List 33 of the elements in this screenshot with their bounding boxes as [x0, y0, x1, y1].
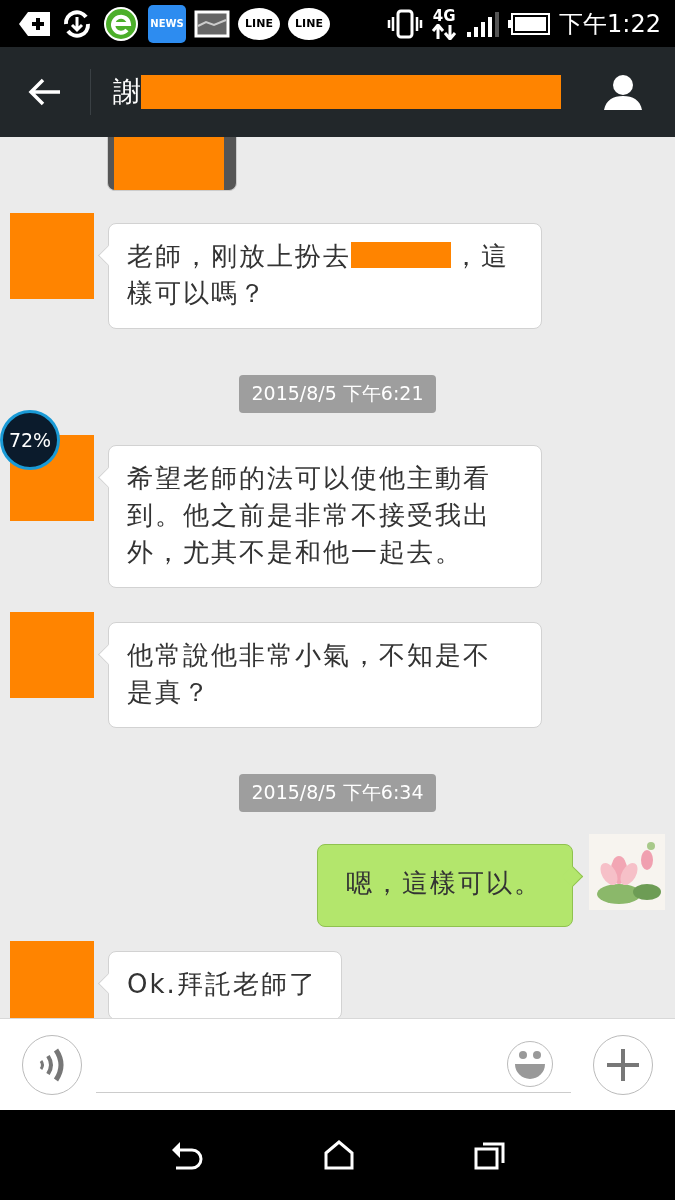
status-time: 下午1:22: [559, 8, 661, 40]
recent-apps-button[interactable]: [473, 1140, 506, 1170]
recent-apps-icon: [473, 1140, 506, 1170]
message-text: ，這: [453, 241, 509, 271]
message-text: 樣可以嗎？: [127, 278, 267, 308]
battery-icon: [507, 11, 552, 36]
person-icon: [603, 73, 643, 111]
message-text: 希望老師的法可以使他主動看到。他之前是非常不接受我出外，尤其不是和他一起去。: [127, 463, 491, 567]
profile-button[interactable]: [603, 73, 643, 111]
timestamp: 2015/8/5 下午6:34: [239, 774, 436, 812]
floating-badge[interactable]: 72%: [0, 410, 60, 470]
signal-icon: [465, 9, 500, 38]
vibrate-icon: [387, 8, 424, 39]
message-text: 他常說他非常小氣，不知是不是真？: [127, 640, 491, 707]
back-button[interactable]: [28, 77, 62, 107]
message-text: Ok.拜託老師了: [127, 969, 317, 999]
browser-icon: [102, 4, 140, 43]
gallery-icon: [194, 9, 230, 38]
emoji-button[interactable]: [507, 1041, 553, 1087]
chat-title: 謝: [113, 74, 141, 110]
smiley-icon: [512, 1048, 548, 1080]
message-text: 老師，刚放上扮去: [127, 241, 351, 271]
home-icon: [322, 1140, 355, 1170]
arrow-left-icon: [28, 77, 62, 107]
plus-icon: [605, 1046, 641, 1083]
message-text: 嗯，這樣可以。: [346, 868, 542, 898]
image-message[interactable]: [107, 137, 237, 191]
add-icon: [18, 9, 52, 38]
timestamp: 2015/8/5 下午6:21: [239, 375, 436, 413]
home-button[interactable]: [322, 1140, 355, 1170]
chat-app-icon: LINE: [238, 7, 280, 40]
chat-app-icon: LINE: [288, 7, 330, 40]
news-app-icon: NEWS: [148, 4, 186, 43]
